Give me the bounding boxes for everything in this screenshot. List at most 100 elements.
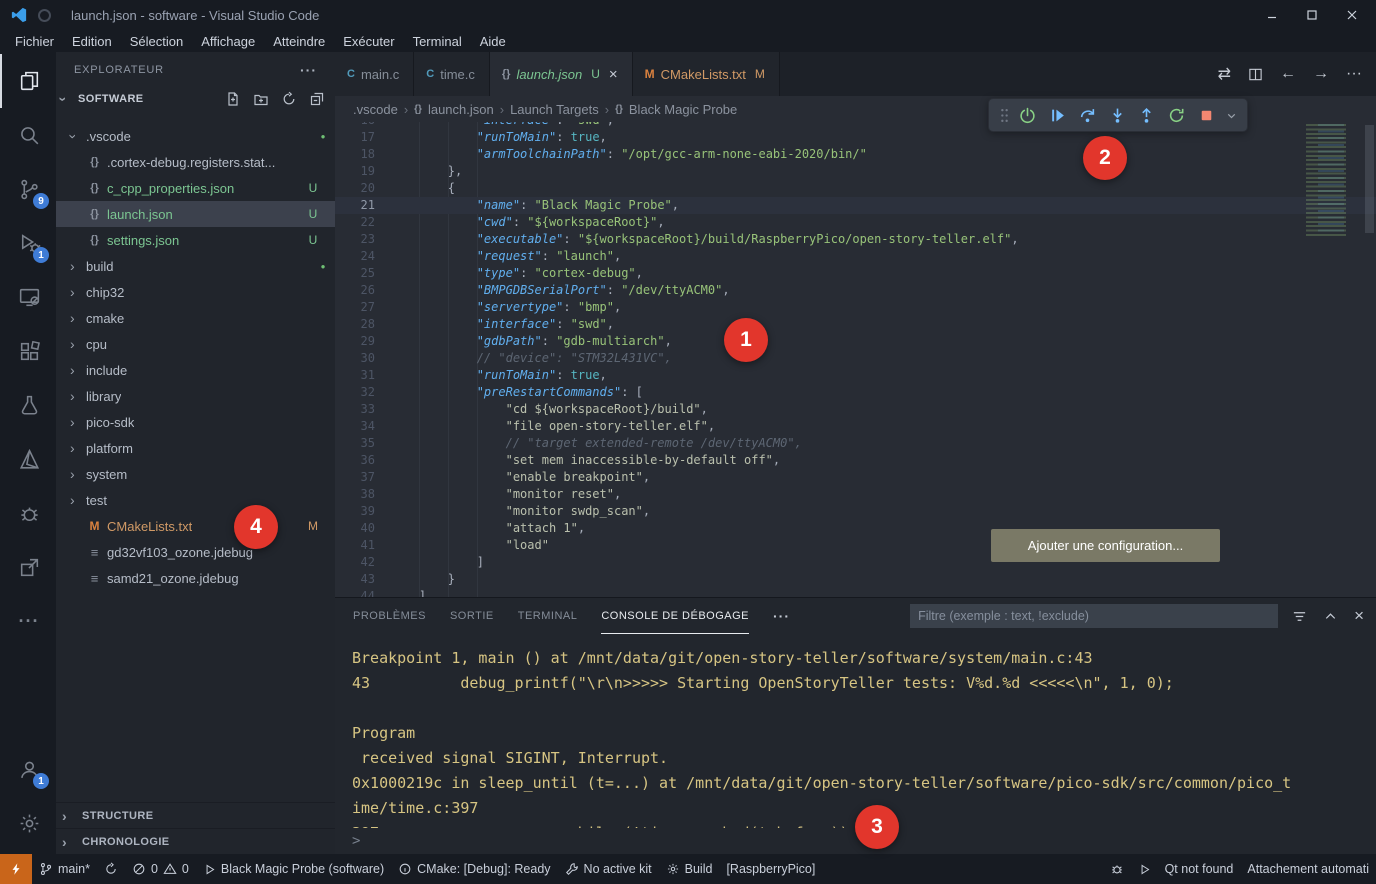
cmake-icon[interactable]	[0, 432, 56, 486]
cmake-launch-button[interactable]	[1131, 854, 1158, 884]
close-panel-icon[interactable]: ×	[1354, 606, 1364, 626]
breadcrumb-item[interactable]: ›Launch Targets	[500, 102, 599, 117]
tree-item[interactable]: test	[56, 487, 335, 513]
editor-scrollbar[interactable]	[1365, 125, 1374, 233]
code-line[interactable]: 44 ]	[335, 588, 1376, 597]
cmake-status[interactable]: CMake: [Debug]: Ready	[391, 854, 557, 884]
code-line[interactable]: 26 "BMPGDBSerialPort": "/dev/ttyACM0",	[335, 282, 1376, 299]
code-line[interactable]: 37 "enable breakpoint",	[335, 469, 1376, 486]
minimize-button[interactable]	[1266, 9, 1278, 21]
step-over-icon[interactable]	[1075, 101, 1099, 129]
source-control-icon[interactable]: 9	[0, 162, 56, 216]
step-out-icon[interactable]	[1135, 101, 1159, 129]
filter-lines-icon[interactable]	[1292, 609, 1307, 624]
qt-status[interactable]: Qt not found	[1158, 854, 1241, 884]
stop-icon[interactable]	[1194, 101, 1218, 129]
run-debug-icon[interactable]: 1	[0, 216, 56, 270]
toolbar-drag-handle[interactable]	[998, 101, 1010, 129]
breadcrumb-item[interactable]: ›{}launch.json	[404, 102, 494, 117]
tree-item[interactable]: cpu	[56, 331, 335, 357]
editor-code[interactable]: 16 "interface": "swd",17 "runToMain": tr…	[335, 122, 1376, 597]
new-folder-icon[interactable]	[253, 91, 269, 107]
tree-item[interactable]: library	[56, 383, 335, 409]
remote-indicator[interactable]	[0, 854, 32, 884]
tree-item[interactable]: chip32	[56, 279, 335, 305]
cmake-variant[interactable]: [RaspberryPico]	[719, 854, 822, 884]
code-line[interactable]: 22 "cwd": "${workspaceRoot}",	[335, 214, 1376, 231]
maximize-panel-icon[interactable]	[1323, 609, 1338, 624]
cmake-build-button[interactable]: Build	[659, 854, 720, 884]
account-icon[interactable]: 1	[0, 742, 56, 796]
more-actions-icon[interactable]: ···	[773, 608, 790, 624]
menu-item[interactable]: Sélection	[121, 33, 192, 50]
menu-item[interactable]: Edition	[63, 33, 121, 50]
step-into-icon[interactable]	[1105, 101, 1129, 129]
panel-tab[interactable]: CONSOLE DE DÉBOGAGE	[601, 598, 749, 634]
editor-tab[interactable]: MCMakeLists.txtM	[633, 52, 780, 96]
more-actions-icon[interactable]: ···	[0, 594, 56, 648]
navigate-forward-icon[interactable]: →	[1313, 65, 1329, 83]
tree-item[interactable]: include	[56, 357, 335, 383]
problems-status[interactable]: 0 0	[125, 854, 196, 884]
git-branch-status[interactable]: main*	[32, 854, 97, 884]
sidebar-bottom-section[interactable]: CHRONOLOGIE	[56, 828, 335, 854]
search-icon[interactable]	[0, 108, 56, 162]
explorer-icon[interactable]	[0, 54, 56, 108]
code-line[interactable]: 19 },	[335, 163, 1376, 180]
tree-item[interactable]: {}.cortex-debug.registers.stat...	[56, 149, 335, 175]
extensions-icon[interactable]	[0, 324, 56, 378]
code-line[interactable]: 34 "file open-story-teller.elf",	[335, 418, 1376, 435]
chevron-down-icon[interactable]	[1224, 101, 1238, 129]
editor-tab[interactable]: {}launch.jsonU×	[490, 52, 633, 96]
close-tab-icon[interactable]: ×	[609, 66, 618, 83]
navigate-back-icon[interactable]: ←	[1280, 65, 1296, 83]
code-line[interactable]: 27 "servertype": "bmp",	[335, 299, 1376, 316]
tree-item[interactable]: .vscode●	[56, 123, 335, 149]
panel-tab[interactable]: TERMINAL	[518, 598, 578, 634]
breadcrumb-item[interactable]: ›{}Black Magic Probe	[605, 102, 738, 117]
code-line[interactable]: 43 }	[335, 571, 1376, 588]
panel-tab[interactable]: PROBLÈMES	[353, 598, 426, 634]
editor-tab[interactable]: Ctime.c	[414, 52, 490, 96]
minimap[interactable]	[1302, 124, 1360, 236]
add-configuration-button[interactable]: Ajouter une configuration...	[991, 529, 1220, 562]
panel-tab[interactable]: SORTIE	[450, 598, 494, 634]
code-line[interactable]: 36 "set mem inaccessible-by-default off"…	[335, 452, 1376, 469]
tree-item[interactable]: ≡samd21_ozone.jdebug	[56, 565, 335, 591]
tree-item[interactable]: platform	[56, 435, 335, 461]
split-editor-icon[interactable]	[1248, 67, 1263, 82]
menu-item[interactable]: Atteindre	[264, 33, 334, 50]
restart-icon[interactable]	[1165, 101, 1189, 129]
open-changes-icon[interactable]: ⇄	[1218, 64, 1231, 84]
tree-item[interactable]: {}c_cpp_properties.jsonU	[56, 175, 335, 201]
tree-item[interactable]: MCMakeLists.txtM	[56, 513, 335, 539]
menu-item[interactable]: Aide	[471, 33, 515, 50]
close-button[interactable]	[1346, 9, 1358, 21]
debug-launch-status[interactable]: Black Magic Probe (software)	[196, 854, 391, 884]
auto-attach-status[interactable]: Attachement automati	[1240, 854, 1376, 884]
code-line[interactable]: 32 "preRestartCommands": [	[335, 384, 1376, 401]
editor-tab[interactable]: Cmain.c	[335, 52, 414, 96]
settings-gear-icon[interactable]	[0, 796, 56, 850]
code-line[interactable]: 33 "cd ${workspaceRoot}/build",	[335, 401, 1376, 418]
sidebar-bottom-section[interactable]: STRUCTURE	[56, 802, 335, 828]
bug-tool-icon[interactable]	[0, 486, 56, 540]
cmake-kit-status[interactable]: No active kit	[558, 854, 659, 884]
tree-item[interactable]: cmake	[56, 305, 335, 331]
code-line[interactable]: 38 "monitor reset",	[335, 486, 1376, 503]
code-line[interactable]: 25 "type": "cortex-debug",	[335, 265, 1376, 282]
cmake-debug-button[interactable]	[1103, 854, 1131, 884]
code-line[interactable]: 35 // "target extended-remote /dev/ttyAC…	[335, 435, 1376, 452]
menu-item[interactable]: Terminal	[404, 33, 471, 50]
code-line[interactable]: 18 "armToolchainPath": "/opt/gcc-arm-non…	[335, 146, 1376, 163]
power-icon[interactable]	[1016, 101, 1040, 129]
tree-item[interactable]: build●	[56, 253, 335, 279]
testing-beaker-icon[interactable]	[0, 378, 56, 432]
code-line[interactable]: 30 // "device": "STM32L431VC",	[335, 350, 1376, 367]
tree-item[interactable]: system	[56, 461, 335, 487]
more-actions-icon[interactable]: ···	[1346, 65, 1362, 83]
tree-item[interactable]: pico-sdk	[56, 409, 335, 435]
menu-item[interactable]: Fichier	[6, 33, 63, 50]
refresh-icon[interactable]	[281, 91, 297, 107]
code-line[interactable]: 31 "runToMain": true,	[335, 367, 1376, 384]
